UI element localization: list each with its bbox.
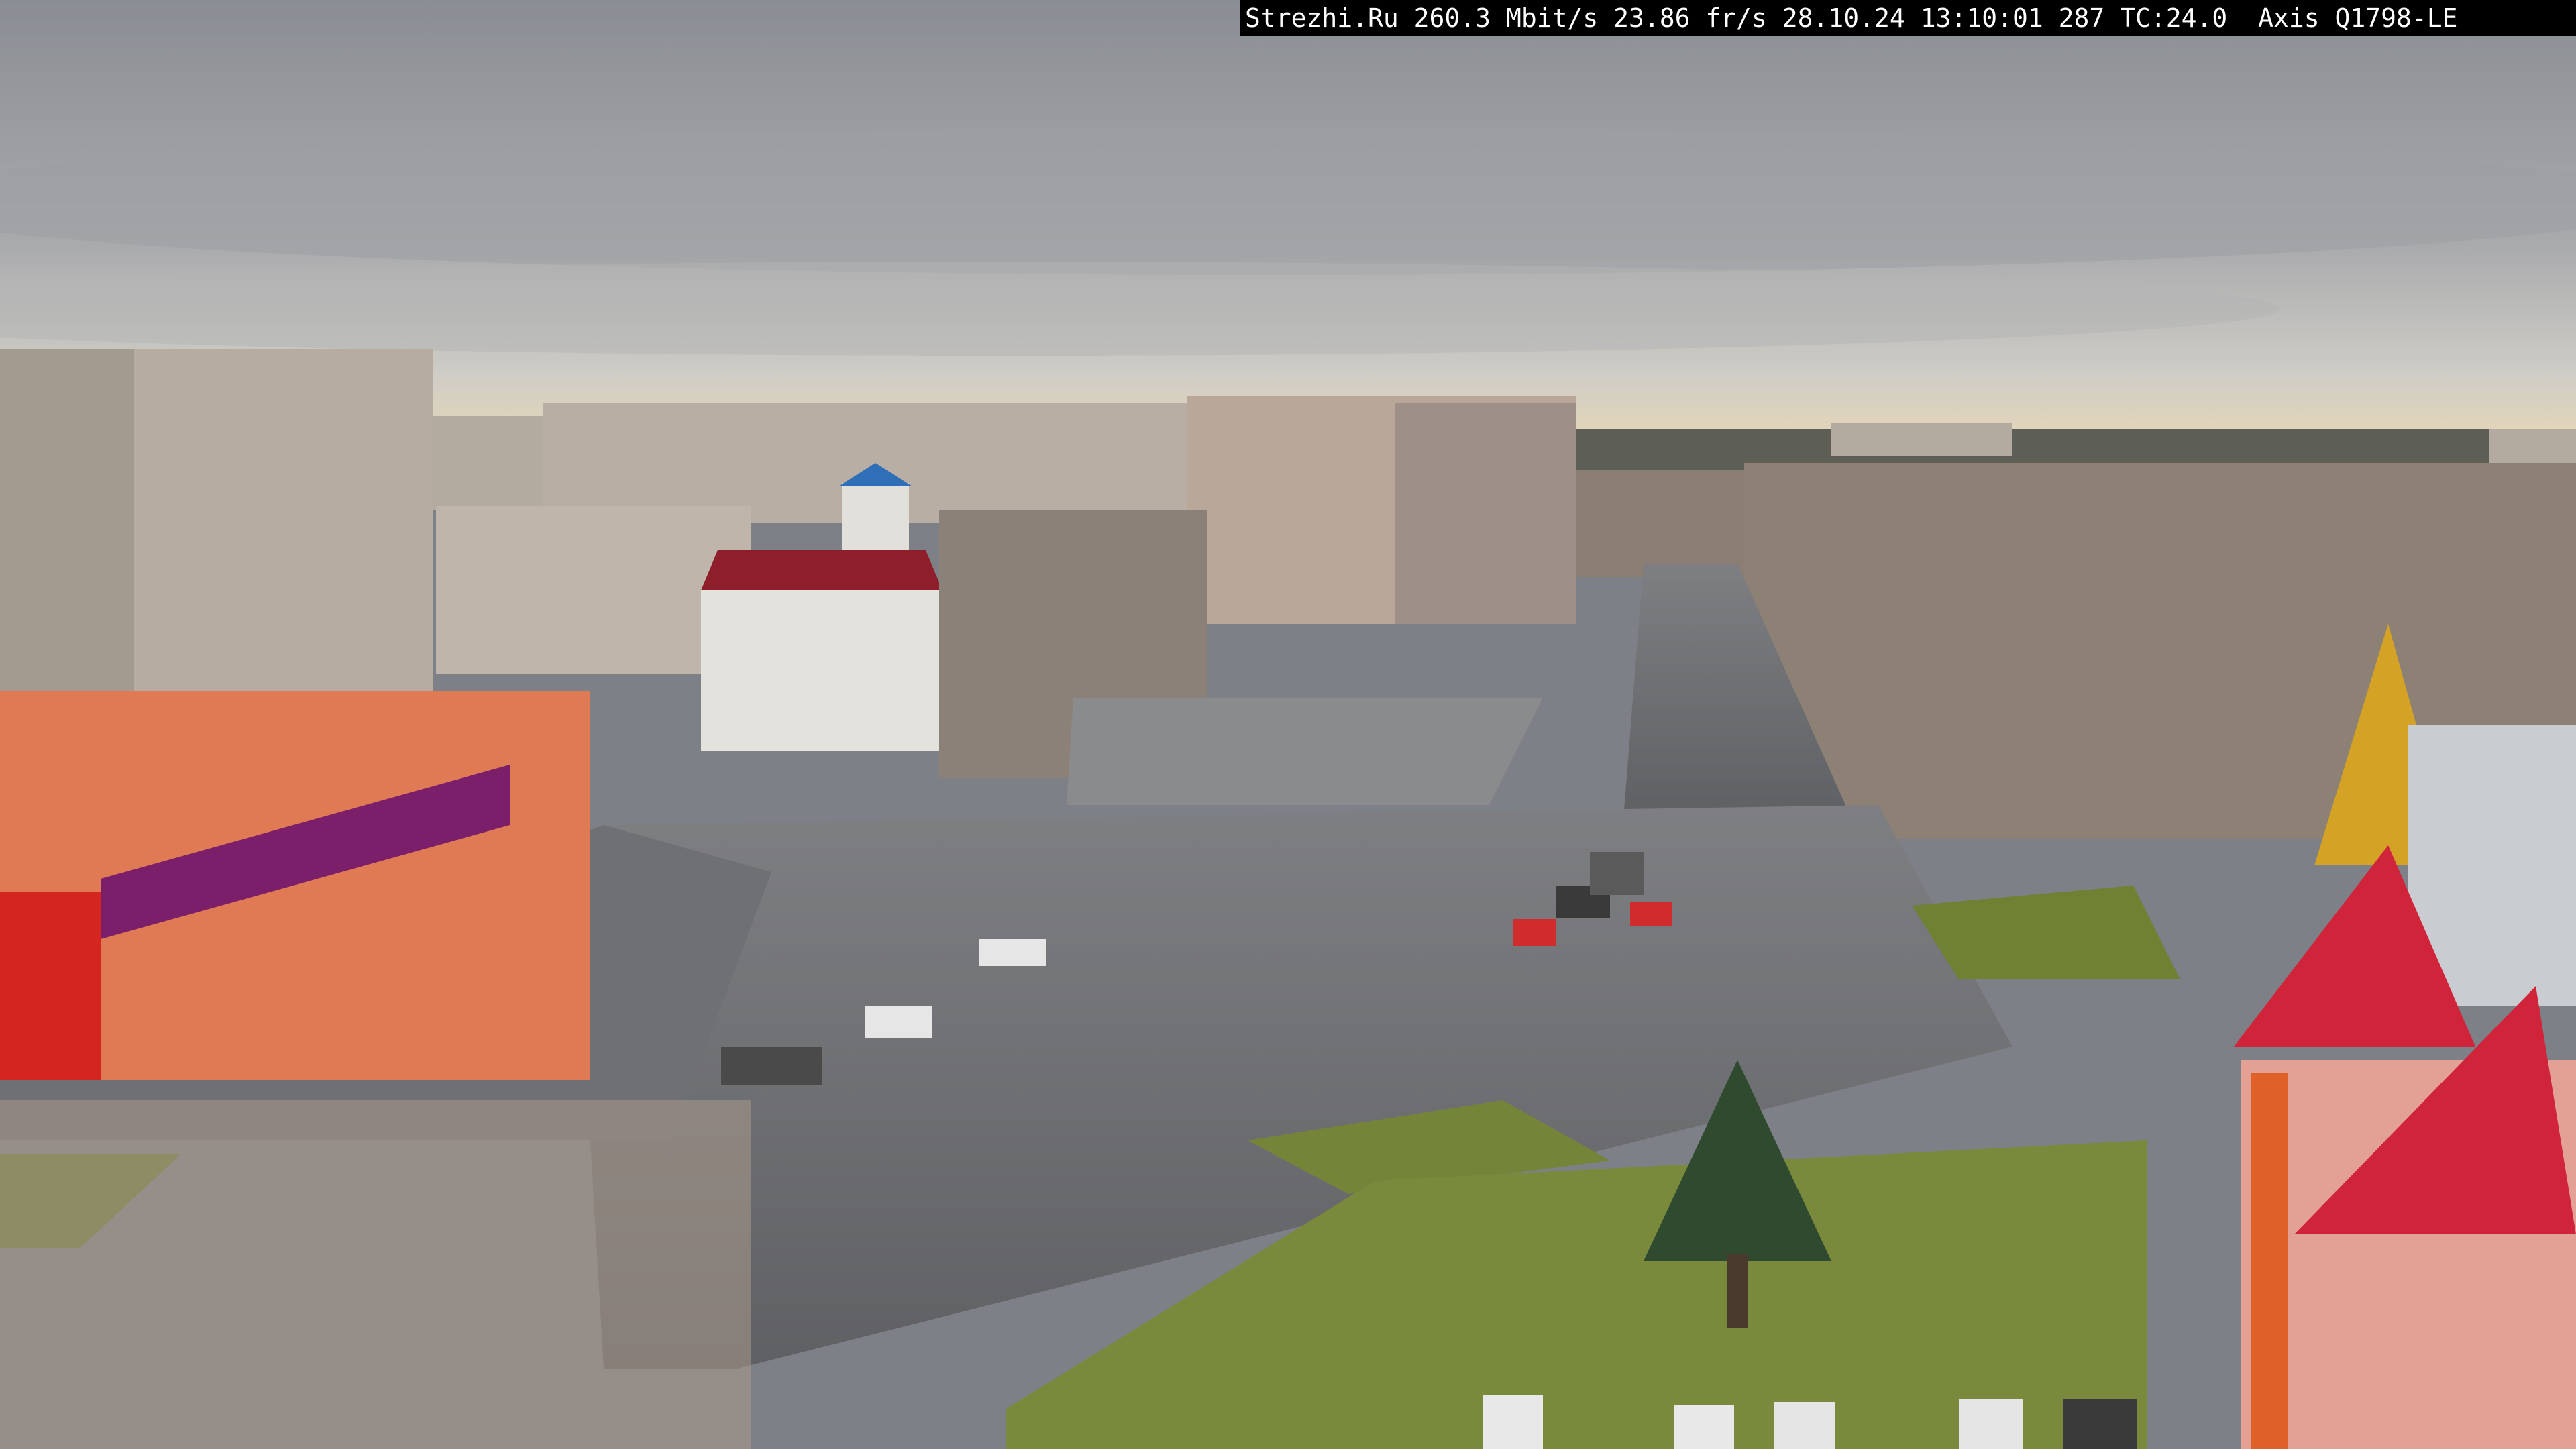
blue-roof-tower xyxy=(842,483,909,550)
overlay-date: 28.10.24 xyxy=(1782,3,1905,33)
overlay-counter: 287 xyxy=(2058,3,2105,33)
overlay-time: 13:10:01 xyxy=(1920,3,2043,33)
pine-trunk xyxy=(1727,1254,1748,1328)
webcam-frame: Strezhi.Ru 260.3 Mbit/s 23.86 fr/s 28.10… xyxy=(0,0,2576,1449)
car xyxy=(2063,1399,2137,1449)
overlay-bitrate: 260.3 Mbit/s xyxy=(1413,3,1599,33)
car xyxy=(1513,919,1556,946)
car xyxy=(979,939,1046,966)
car xyxy=(1483,1395,1543,1449)
dns-sign xyxy=(2251,1073,2288,1449)
city-street-photo xyxy=(0,0,2576,1449)
tower-block-shade xyxy=(1395,402,1576,624)
cloud-band xyxy=(0,127,2576,275)
car xyxy=(1630,902,1672,926)
car xyxy=(1959,1399,2023,1449)
plaza xyxy=(1067,698,1543,805)
white-building xyxy=(701,590,943,751)
overlay-camera-model: Axis Q1798-LE xyxy=(2258,3,2458,33)
car xyxy=(1674,1405,1734,1449)
overlay-framerate: 23.86 fr/s xyxy=(1613,3,1767,33)
bare-birch-grove xyxy=(0,1100,751,1449)
car xyxy=(865,1006,932,1038)
red-store-corner xyxy=(0,892,101,1080)
apartment-block xyxy=(1831,423,2012,456)
lawn xyxy=(1912,885,2180,979)
camera-overlay-text: Strezhi.Ru 260.3 Mbit/s 23.86 fr/s 28.10… xyxy=(1245,3,2458,34)
car xyxy=(1774,1402,1835,1449)
red-roof xyxy=(701,550,943,590)
car xyxy=(721,1046,822,1085)
overlay-site: Strezhi.Ru xyxy=(1245,3,1399,33)
overlay-tc: TC:24.0 xyxy=(2120,3,2228,33)
car xyxy=(1590,852,1644,895)
